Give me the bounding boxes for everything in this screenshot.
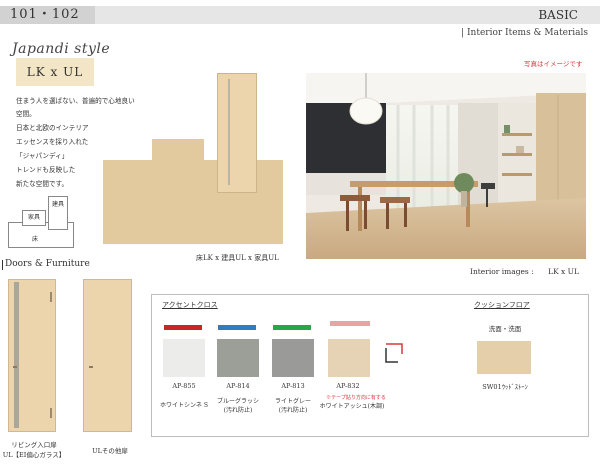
accent-color-bar bbox=[273, 325, 311, 330]
cushion-location: 洗面・洗面 bbox=[488, 325, 522, 333]
door-hinge bbox=[50, 408, 52, 418]
accent-name: ホワイトシンネ S bbox=[160, 402, 208, 409]
other-door-caption: ULその他扉 bbox=[92, 447, 128, 455]
accent-color-bar bbox=[164, 325, 202, 330]
description-line: 住まう人を選ばない、普遍的で心地良い bbox=[16, 97, 135, 105]
accent-code: AP-832 bbox=[336, 382, 360, 390]
photo-caption-value: LK x UL bbox=[548, 267, 579, 276]
accent-sub: (汚れ防止) bbox=[278, 407, 308, 414]
accent-note: ※テープ貼り方向に有する bbox=[326, 395, 386, 401]
accent-code: AP-814 bbox=[226, 382, 250, 390]
interior-photo bbox=[306, 73, 586, 259]
accent-code: AP-855 bbox=[172, 382, 196, 390]
accent-sub: (汚れ防止) bbox=[223, 407, 253, 414]
accent-swatch bbox=[272, 339, 314, 377]
photo-caption-label: Interior images : bbox=[470, 267, 534, 276]
description-line: トレンドも反映した bbox=[16, 166, 76, 174]
living-door-caption: リビング入口扉 UL【EI偏心ガラス】 bbox=[0, 440, 68, 460]
accent-swatch bbox=[328, 339, 370, 377]
description-line: 新たな空間です。 bbox=[16, 180, 69, 188]
room-number: 101・102 bbox=[10, 7, 80, 22]
door-glass-strip bbox=[228, 79, 230, 185]
accent-swatch bbox=[217, 339, 259, 377]
accent-wood-strip bbox=[330, 321, 370, 326]
diagram-door: 建具 bbox=[48, 196, 68, 230]
accent-name: ライトグレー bbox=[274, 398, 311, 405]
cushion-code: SW01ｳｯﾄﾞｽﾄｰﾝ bbox=[482, 383, 528, 391]
cushion-floor-title: クッションフロア bbox=[474, 301, 530, 309]
grade-label: BASIC bbox=[538, 8, 578, 22]
section-marker bbox=[2, 260, 3, 270]
living-door-caption-line1: リビング入口扉 bbox=[11, 441, 57, 449]
accent-cloth-title: アクセントクロス bbox=[162, 301, 218, 309]
door-glass-strip bbox=[14, 282, 19, 428]
door-handle bbox=[89, 366, 93, 368]
description-line: 空間。 bbox=[16, 110, 36, 118]
style-title: Japandi style bbox=[12, 41, 111, 57]
description-line: 日本と北欧のインテリア bbox=[16, 124, 89, 132]
door-hinge bbox=[50, 292, 52, 302]
accent-name: ホワイトアッシュ(木調) bbox=[319, 403, 385, 410]
doors-section-title: Doors & Furniture bbox=[5, 259, 90, 269]
accent-color-bar bbox=[218, 325, 256, 330]
photo-caption: Interior images : LK x UL bbox=[470, 267, 579, 276]
section-subtitle: | Interior Items & Materials bbox=[461, 28, 588, 38]
description-line: 「ジャパンディ」 bbox=[16, 152, 69, 160]
photo-note: 写真はイメージです bbox=[524, 60, 583, 68]
direction-diagram bbox=[384, 340, 404, 366]
accent-swatch bbox=[163, 339, 205, 377]
living-door-caption-line2: UL【EI偏心ガラス】 bbox=[2, 451, 66, 459]
accent-name: ブルーグラッシ bbox=[216, 398, 259, 405]
accent-code: AP-813 bbox=[281, 382, 305, 390]
description-line: エッセンスを採り入れた bbox=[16, 138, 89, 146]
door-sample bbox=[217, 73, 257, 193]
direction-arrows bbox=[384, 340, 404, 366]
cushion-swatch bbox=[477, 341, 531, 374]
spec-label: LK x UL bbox=[26, 65, 84, 79]
furniture-sample bbox=[152, 139, 204, 160]
interior-illustration bbox=[306, 73, 586, 259]
sample-caption: 床LK x 建具UL x 家具UL bbox=[196, 254, 279, 262]
door-handle bbox=[13, 366, 17, 368]
diagram-furniture: 家具 bbox=[22, 210, 46, 226]
other-door-sample bbox=[83, 279, 132, 432]
diagram-floor-label: 床 bbox=[32, 236, 39, 243]
